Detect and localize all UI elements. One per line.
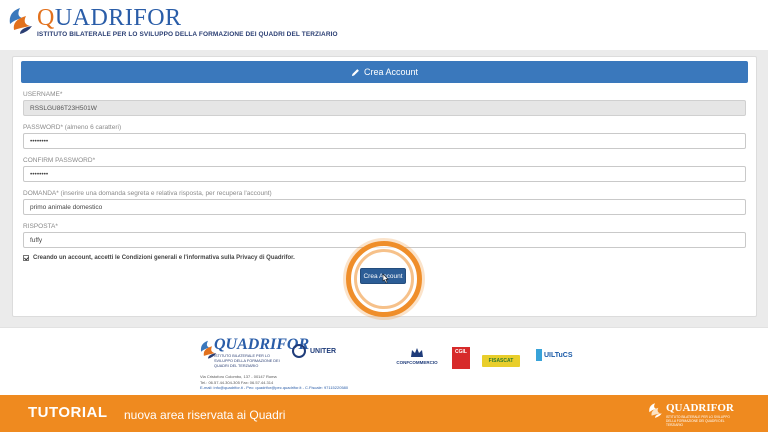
question-field[interactable]: primo animale domestico <box>23 199 746 215</box>
cgil-logo: CGIL <box>452 347 470 369</box>
answer-label: RISPOSTA* <box>23 223 58 230</box>
panel-title: Crea Account <box>363 67 419 77</box>
site-header: QUADRIFOR ISTITUTO BILATERALE PER LO SVI… <box>0 0 768 50</box>
cursor-icon <box>382 273 389 284</box>
checkbox-icon[interactable] <box>23 255 29 261</box>
uil-mark-icon <box>536 349 542 361</box>
password-label: PASSWORD* (almeno 6 caratteri) <box>23 124 122 131</box>
terms-agreement: Creando un account, accetti le Condizion… <box>23 255 295 261</box>
username-field[interactable]: RSSLGU86T23H501W <box>23 100 746 116</box>
site-logo-text[interactable]: QUADRIFOR <box>37 5 182 31</box>
confcommercio-logo: CONFCOMMERCIO <box>392 347 442 365</box>
footer-address: Via Cristoforo Colombo, 137 - 00147 Roma… <box>200 374 400 391</box>
tutorial-logo-subtitle: ISTITUTO BILATERALE PER LO SVILUPPO DELL… <box>666 415 730 427</box>
tutorial-title: TUTORIAL <box>28 404 108 421</box>
address-line[interactable]: E-mail: info@quadrifor.it - Pec: quadrif… <box>200 385 400 391</box>
footer-logo-subtitle: ISTITUTO BILATERALE PER LO SVILUPPO DELL… <box>214 354 280 368</box>
seal-icon <box>292 344 306 358</box>
terms-text: Creando un account, accetti le Condizion… <box>33 255 295 261</box>
question-label: DOMANDA* (inserire una domanda segreta e… <box>23 190 272 197</box>
confirm-password-field[interactable]: •••••••• <box>23 166 746 182</box>
fisascat-logo: FISASCAT <box>482 355 520 367</box>
uniter-logo: UNITER <box>292 344 336 358</box>
username-label: USERNAME* <box>23 91 63 98</box>
tutorial-subtitle: nuova area riservata ai Quadri <box>124 408 286 422</box>
uiltucs-logo: UILTuCS <box>536 349 573 361</box>
quadrifor-logo-icon <box>9 8 32 34</box>
tutorial-logo-icon <box>649 403 662 418</box>
pencil-icon <box>351 68 359 76</box>
password-field[interactable]: •••••••• <box>23 133 746 149</box>
site-logo-subtitle: ISTITUTO BILATERALE PER LO SVILUPPO DELL… <box>37 31 338 38</box>
confirm-password-label: CONFIRM PASSWORD* <box>23 157 96 164</box>
tutorial-logo-text: QUADRIFOR <box>666 402 734 414</box>
panel-header: Crea Account <box>21 61 748 83</box>
crown-icon <box>411 348 423 357</box>
